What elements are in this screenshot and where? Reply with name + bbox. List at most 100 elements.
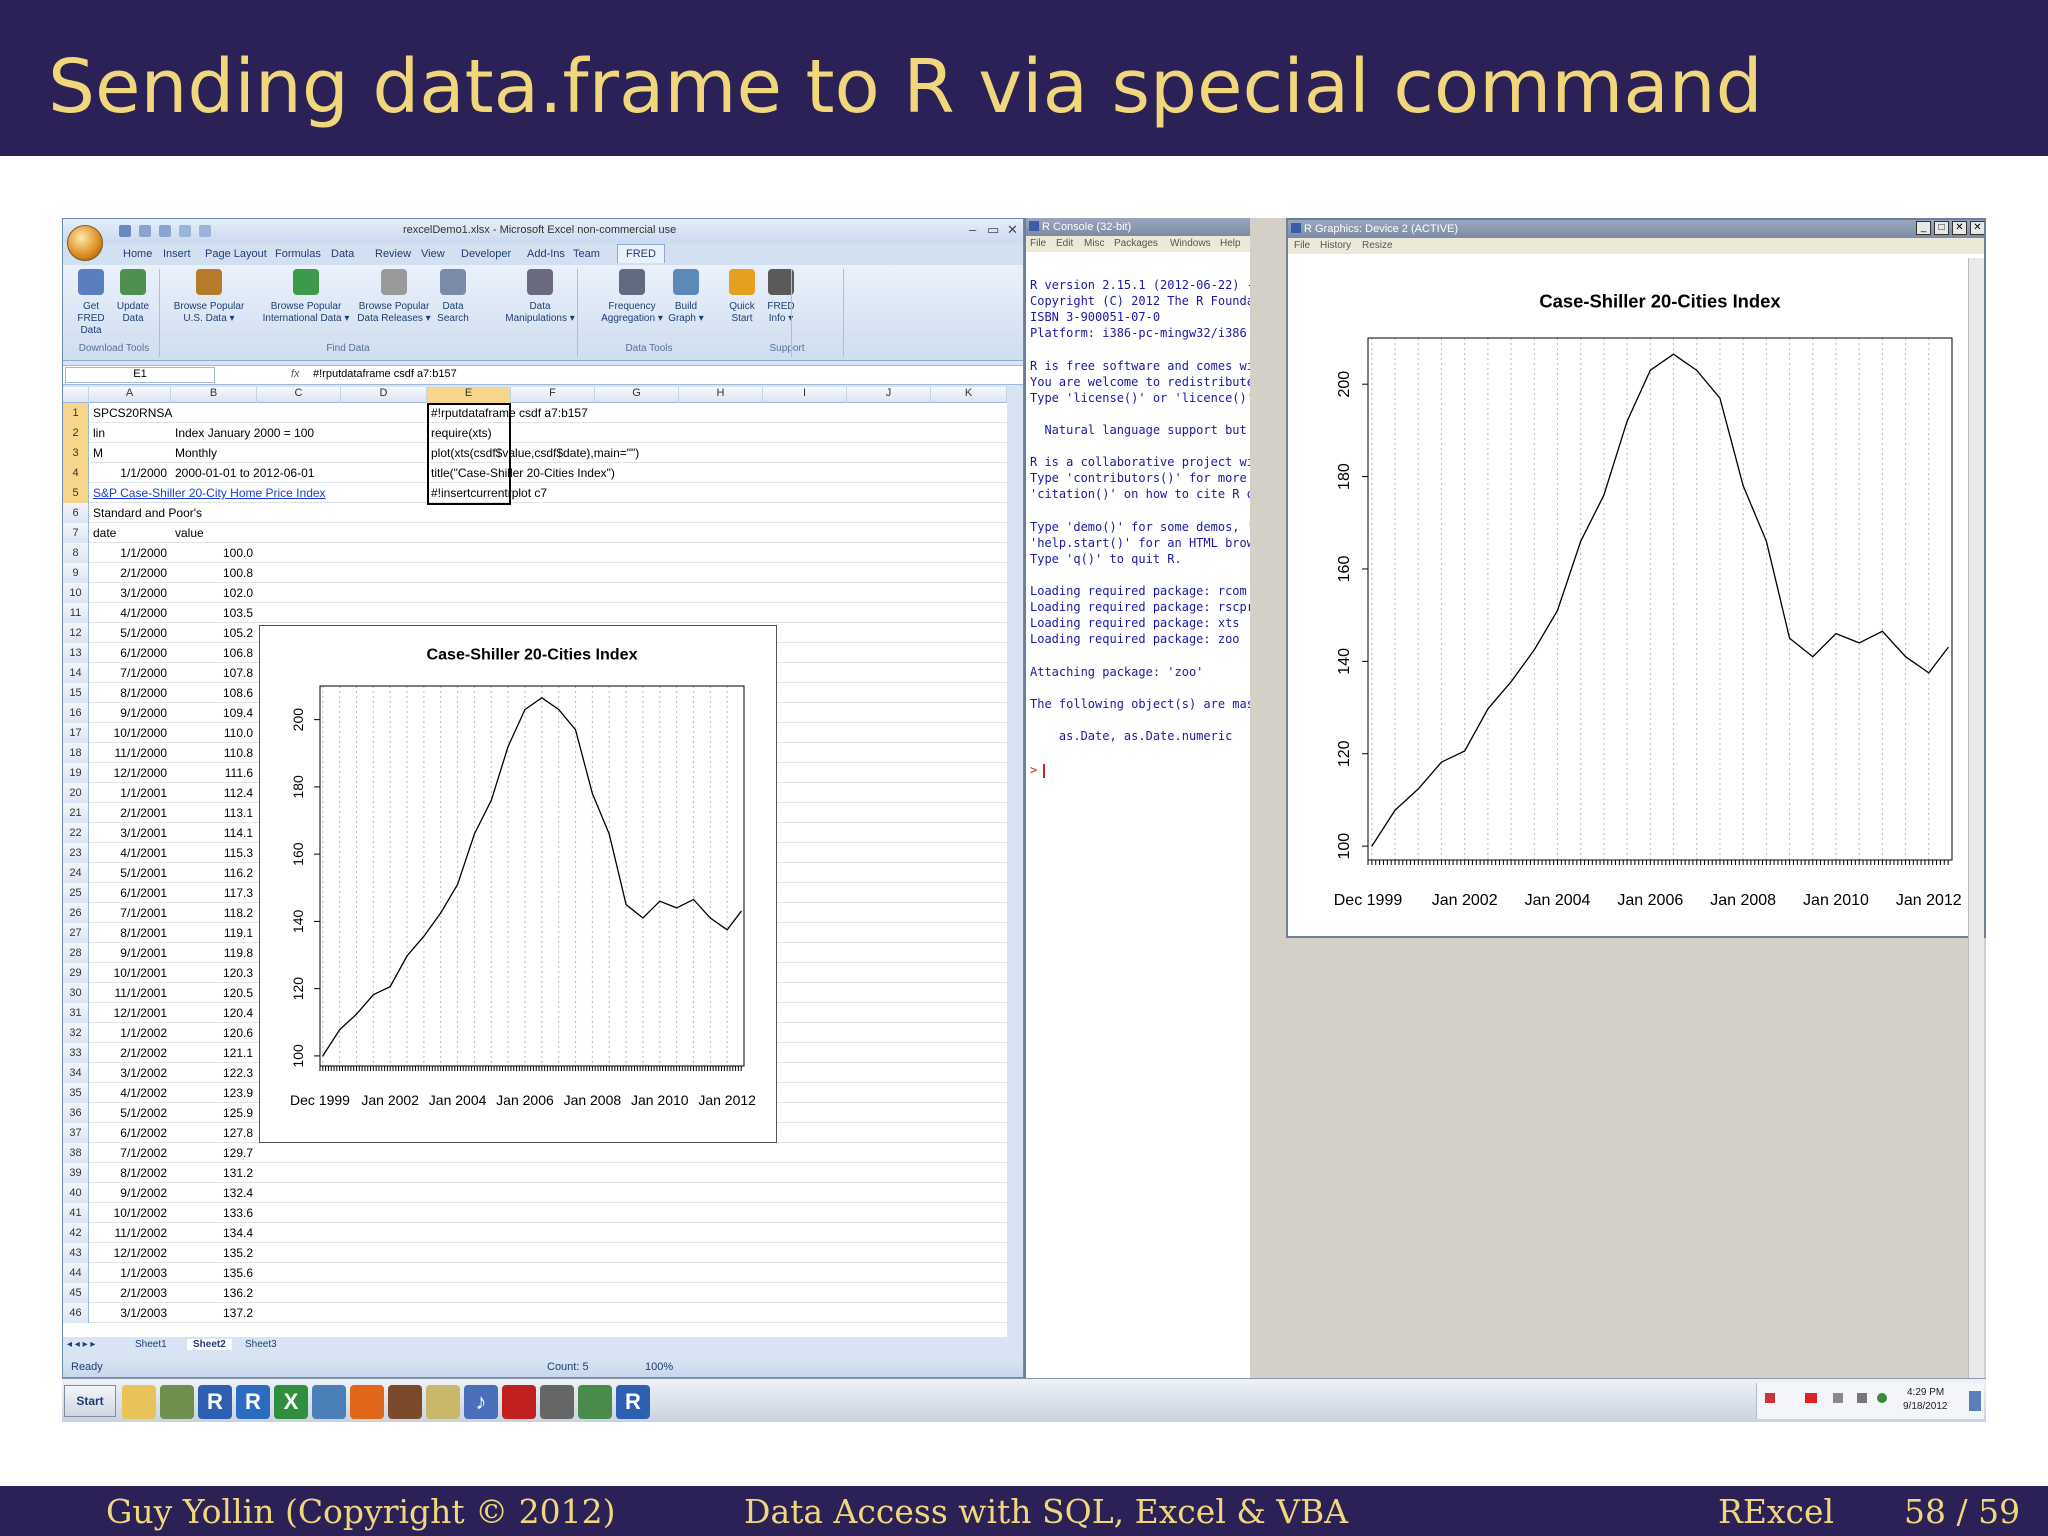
sheet-tab-sheet2[interactable]: Sheet2 [187,1339,232,1350]
row-number[interactable]: 18 [63,743,89,763]
row-number[interactable]: 15 [63,683,89,703]
cell-value[interactable]: 108.6 [171,683,253,703]
row-number[interactable]: 26 [63,903,89,923]
row-number[interactable]: 21 [63,803,89,823]
column-header-c[interactable]: C [257,387,341,403]
gimp-icon[interactable] [540,1385,574,1419]
cell-date[interactable]: 2/1/2000 [89,563,167,583]
cell-value[interactable]: 115.3 [171,843,253,863]
cell-value[interactable]: 134.4 [171,1223,253,1243]
r-graphics-chart[interactable]: Case-Shiller 20-Cities Index 100 120 140 160… [1288,254,1984,936]
cell-value[interactable]: 116.2 [171,863,253,883]
cell-a[interactable]: M [93,443,103,463]
name-box[interactable]: E1 [65,367,215,383]
cell-date[interactable]: 12/1/2002 [89,1243,167,1263]
vertical-scrollbar[interactable] [1968,258,1984,1378]
maximize-icon[interactable]: □ [1934,221,1949,235]
menu-resize[interactable]: Resize [1362,240,1393,251]
row-number[interactable]: 43 [63,1243,89,1263]
thermometer-icon[interactable] [388,1385,422,1419]
menu-misc[interactable]: Misc [1084,238,1105,249]
cell-date[interactable]: 7/1/2001 [89,903,167,923]
browse-popular-international-data-button[interactable]: Browse Popular International Data ▾ [259,269,353,325]
browse-popular-data-releases-button[interactable]: Browse Popular Data Releases ▾ [355,269,433,325]
flag-icon[interactable] [1765,1393,1775,1403]
cell-value[interactable]: 123.9 [171,1083,253,1103]
cell-value[interactable]: 122.3 [171,1063,253,1083]
pen-icon[interactable] [426,1385,460,1419]
excel-icon[interactable]: X [274,1385,308,1419]
cell-date[interactable]: 8/1/2001 [89,923,167,943]
cell-value[interactable]: 120.3 [171,963,253,983]
save-icon[interactable] [119,225,131,237]
cell-date[interactable]: 2/1/2002 [89,1043,167,1063]
cell-value[interactable]: 120.5 [171,983,253,1003]
row-number[interactable]: 27 [63,923,89,943]
column-header-j[interactable]: J [847,387,931,403]
cell-value[interactable]: 119.8 [171,943,253,963]
cell-value[interactable]: 117.3 [171,883,253,903]
cell-date[interactable]: 3/1/2000 [89,583,167,603]
cell-value[interactable]: 135.6 [171,1263,253,1283]
cell-date[interactable]: 1/1/2003 [89,1263,167,1283]
cell-date[interactable]: 10/1/2000 [89,723,167,743]
row-number[interactable]: 44 [63,1263,89,1283]
tab-team[interactable]: Team [573,248,600,260]
row-number[interactable]: 2 [63,423,89,443]
cell-date[interactable]: 8/1/2002 [89,1163,167,1183]
clock-time[interactable]: 4:29 PM [1907,1387,1944,1398]
row-number[interactable]: 35 [63,1083,89,1103]
cell-value[interactable]: 100.0 [171,543,253,563]
console-prompt-line[interactable]: > [1030,763,1046,778]
sheet-nav-icon[interactable]: ◂ ◂ ▸ ▸ [67,1339,95,1350]
cell-date[interactable]: 9/1/2001 [89,943,167,963]
cell-date[interactable]: 4/1/2002 [89,1083,167,1103]
frequency-aggregation-button[interactable]: Frequency Aggregation ▾ [597,269,667,325]
tab-insert[interactable]: Insert [163,248,191,260]
cell-value[interactable]: 120.4 [171,1003,253,1023]
show-desktop-button[interactable] [1969,1391,1981,1411]
volume-icon[interactable] [1857,1393,1867,1403]
column-header-i[interactable]: I [763,387,847,403]
row-number[interactable]: 41 [63,1203,89,1223]
cell-date[interactable]: 11/1/2002 [89,1223,168,1243]
row-number[interactable]: 28 [63,943,89,963]
row-number[interactable]: 20 [63,783,89,803]
cell-date[interactable]: 1/1/2001 [89,783,167,803]
cell-value[interactable]: 137.2 [171,1303,253,1323]
maximize-icon[interactable]: ▭ [987,222,999,238]
cell-date[interactable]: 8/1/2000 [89,683,167,703]
browse-popular-u-s-data-button[interactable]: Browse Popular U.S. Data ▾ [167,269,251,325]
column-header-e[interactable]: E [427,387,511,403]
row-number[interactable]: 6 [63,503,89,523]
quick-start-button[interactable]: Quick Start [723,269,761,325]
cell-value[interactable]: 100.8 [171,563,253,583]
cell-date[interactable]: 10/1/2001 [89,963,167,983]
row-number[interactable]: 40 [63,1183,89,1203]
chart-icon[interactable] [578,1385,612,1419]
menu-packages[interactable]: Packages [1114,238,1158,249]
row-number[interactable]: 33 [63,1043,89,1063]
cell-a[interactable]: date [93,523,116,543]
data-search-button[interactable]: Data Search [433,269,473,325]
cell-value[interactable]: 131.2 [171,1163,253,1183]
column-header-g[interactable]: G [595,387,679,403]
cell-value[interactable]: 136.2 [171,1283,253,1303]
menu-windows[interactable]: Windows [1170,238,1211,249]
r-blue-icon[interactable]: R [236,1385,270,1419]
r-icon-2[interactable]: R [616,1385,650,1419]
cell-value[interactable]: 107.8 [171,663,253,683]
cell-value[interactable]: 119.1 [171,923,253,943]
row-number[interactable]: 11 [63,603,89,623]
cell-date[interactable]: 6/1/2000 [89,643,167,663]
column-header-b[interactable]: B [171,387,257,403]
cell-value[interactable]: 106.8 [171,643,253,663]
cell-b[interactable]: value [175,523,204,543]
cell-a[interactable]: Standard and Poor's [93,503,202,523]
tab-review[interactable]: Review [375,248,411,260]
cell-date[interactable]: 12/1/2000 [89,763,167,783]
row-number[interactable]: 22 [63,823,89,843]
cell-value[interactable]: 127.8 [171,1123,253,1143]
column-header-h[interactable]: H [679,387,763,403]
excel-embedded-chart[interactable]: Case-Shiller 20-Cities Index 100 120 140 160… [259,625,777,1143]
